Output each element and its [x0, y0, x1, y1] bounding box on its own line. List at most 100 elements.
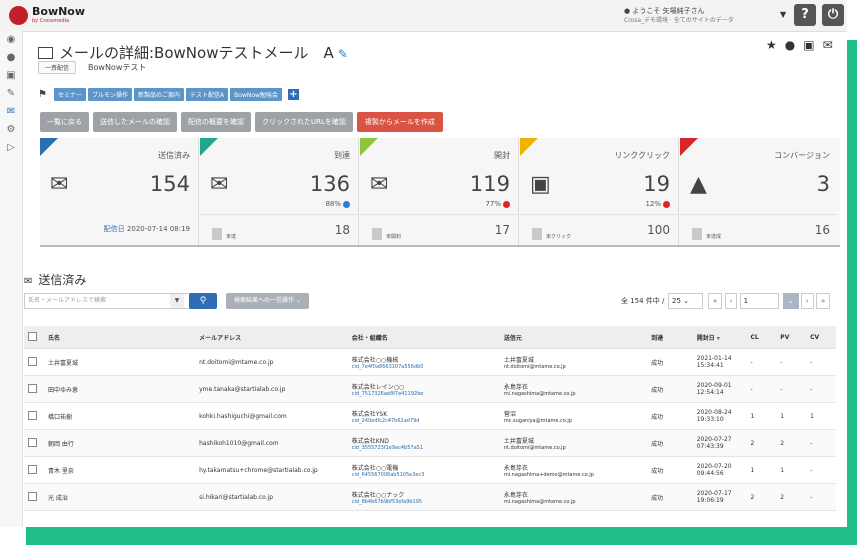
back-to-list-button[interactable]: 一覧に戻る: [40, 112, 89, 132]
result-count: 全 154 件中 /: [621, 297, 665, 305]
prev-page-button[interactable]: ‹: [724, 293, 738, 309]
cid-link[interactable]: cid_7517326ae8f7e41192be: [352, 391, 496, 397]
mail-icon[interactable]: ✉: [0, 103, 22, 121]
cv-cell: -: [806, 429, 836, 457]
search-button[interactable]: ⚲: [189, 293, 217, 309]
table-row: 朝岡 由行 hashikoh1010@gmail.com 株式会社KND cid_…: [24, 429, 836, 457]
company-cell: 株式会社YSK cid_240edfc2c47b62ad79d: [347, 402, 500, 430]
stat-label: 送信済み: [158, 151, 190, 160]
person-icon[interactable]: ●: [785, 38, 803, 52]
row-checkbox[interactable]: [28, 383, 37, 393]
search-icon: ⚲: [199, 296, 207, 306]
cid-link[interactable]: cid_240edfc2c47b62ad79d: [352, 418, 496, 424]
edit-icon[interactable]: ✎: [338, 47, 348, 61]
tag[interactable]: 新製品のご案内: [134, 88, 185, 101]
column-header-sender[interactable]: 送信元: [499, 326, 648, 349]
stat-card-opened[interactable]: 開封 ✉ 119 77% 未開封 17: [360, 138, 519, 245]
open-time: 09:44:56: [696, 470, 724, 477]
divider: [520, 214, 678, 215]
column-header-name[interactable]: 氏名: [43, 326, 196, 349]
cid-link[interactable]: cid_7e4f0a8663107a556db0: [352, 364, 496, 370]
settings-icon[interactable]: ⚙: [0, 121, 22, 139]
bar-icon: [372, 228, 382, 240]
sort-icon[interactable]: ▾: [717, 335, 720, 342]
stat-percent: 12%: [645, 200, 670, 208]
play-icon[interactable]: ▷: [0, 139, 22, 157]
page-dropdown-button[interactable]: ⌄: [782, 293, 799, 309]
row-checkbox[interactable]: [28, 356, 37, 366]
status-dot-icon: [663, 200, 670, 208]
first-page-button[interactable]: «: [708, 293, 723, 309]
cv-cell: -: [806, 483, 836, 511]
last-page-button[interactable]: »: [815, 293, 831, 309]
bulk-action-button[interactable]: 検索結果への一括操作 ⌄: [226, 293, 309, 309]
stat-card-clicked[interactable]: リンククリック ▣ 19 12% 未クリック 100: [520, 138, 679, 245]
edit-icon[interactable]: ✎: [0, 85, 22, 103]
row-checkbox[interactable]: [28, 491, 37, 501]
column-header-cl[interactable]: CL: [746, 326, 777, 349]
search-dropdown-caret-icon[interactable]: ▼: [170, 294, 184, 308]
tag[interactable]: セミナー: [54, 88, 87, 101]
column-header-status[interactable]: 到達: [647, 326, 693, 349]
help-button[interactable]: ?: [794, 4, 816, 26]
open-date: 2020-07-27: [696, 436, 732, 443]
logo-text[interactable]: BowNow: [32, 5, 85, 18]
document-icon[interactable]: ▣: [803, 38, 822, 52]
open-time: 19:33:10: [696, 416, 724, 423]
stat-value: 136: [309, 172, 350, 196]
row-checkbox[interactable]: [28, 410, 37, 420]
per-page-select[interactable]: 25 ⌄: [668, 293, 703, 309]
stat-card-delivered[interactable]: 到達 ✉ 136 88% 未達 18: [200, 138, 359, 245]
status-cell: 成功: [647, 456, 693, 484]
cid-link[interactable]: cid_645567006ab5105e3ec3: [352, 472, 496, 478]
column-header-email[interactable]: メールアドレス: [195, 326, 348, 349]
row-checkbox[interactable]: [28, 437, 37, 447]
user-icon[interactable]: ●: [0, 49, 22, 67]
view-sent-mail-button[interactable]: 送信したメールの確認: [93, 112, 177, 132]
column-header-company[interactable]: 会社・組織名: [347, 326, 500, 349]
star-icon[interactable]: ★: [766, 38, 785, 52]
document-icon[interactable]: ▣: [0, 67, 22, 85]
recipient-name-link[interactable]: 田中ゆみ恵: [43, 375, 196, 403]
open-date: 2021-01-14: [696, 355, 732, 362]
stat-card-conversion[interactable]: コンバージョン ▲ 3 未達成 16: [680, 138, 838, 245]
logout-button[interactable]: ⏻: [822, 4, 844, 26]
view-clicked-urls-button[interactable]: クリックされたURLを確認: [255, 112, 353, 132]
cid-link[interactable]: cid_3555723f1e9ac4b57a51: [352, 445, 496, 451]
recipient-name-link[interactable]: 土井富夏城: [43, 348, 196, 376]
logo-icon: [9, 6, 28, 25]
user-menu-caret-icon[interactable]: ▼: [780, 10, 786, 19]
create-from-copy-button[interactable]: 複製からメールを作成: [356, 112, 443, 132]
view-summary-button[interactable]: 配信の概要を確認: [181, 112, 251, 132]
column-header-cv[interactable]: CV: [806, 326, 836, 349]
sender-email: nt.doitomi@mtame.co.jp: [503, 363, 566, 370]
search-input[interactable]: 氏名・メールアドレスで検索: [24, 293, 191, 309]
row-checkbox[interactable]: [28, 464, 37, 474]
tag[interactable]: ブルモン操作: [88, 88, 133, 101]
user-info[interactable]: ● ようこそ 矢場純子さん Crosa_デモ環境 · 全てのサイトのデータ: [624, 6, 734, 26]
sender-cell: 菅沼 mc.suganiya@mtame.co.jp: [499, 402, 648, 430]
column-header-pv[interactable]: PV: [776, 326, 807, 349]
cl-cell: 1: [746, 402, 777, 430]
tag[interactable]: BowNow勉強会: [230, 88, 282, 101]
recipient-name-link[interactable]: 朝岡 由行: [43, 429, 196, 457]
recipient-name-link[interactable]: 光 成治: [43, 483, 196, 511]
cid-link[interactable]: cid_8b4b67b9bf53efa9b195: [352, 499, 496, 505]
select-all-checkbox[interactable]: [28, 331, 37, 341]
next-page-button[interactable]: ›: [800, 293, 814, 309]
recipient-name-link[interactable]: 青木 里奈: [43, 456, 196, 484]
mail-icon[interactable]: ✉: [823, 38, 841, 52]
column-header-open-date[interactable]: 開封日 ▾: [692, 326, 747, 349]
status-cell: 成功: [647, 483, 693, 511]
column-header-open-date-text: 開封日: [696, 334, 715, 342]
page-input[interactable]: 1: [739, 293, 779, 309]
tag[interactable]: テスト配信A: [186, 88, 229, 101]
stat-corner: [200, 138, 218, 156]
open-date: 2020-07-20: [696, 463, 732, 470]
recipient-name-link[interactable]: 橋口祐樹: [43, 402, 196, 430]
stat-percent-value: 88%: [325, 200, 341, 208]
page-title-text: メールの詳細:BowNowテストメール A: [59, 44, 334, 62]
add-tag-button[interactable]: +: [287, 89, 299, 100]
divider: [200, 214, 358, 215]
dashboard-icon[interactable]: ◉: [0, 31, 22, 49]
